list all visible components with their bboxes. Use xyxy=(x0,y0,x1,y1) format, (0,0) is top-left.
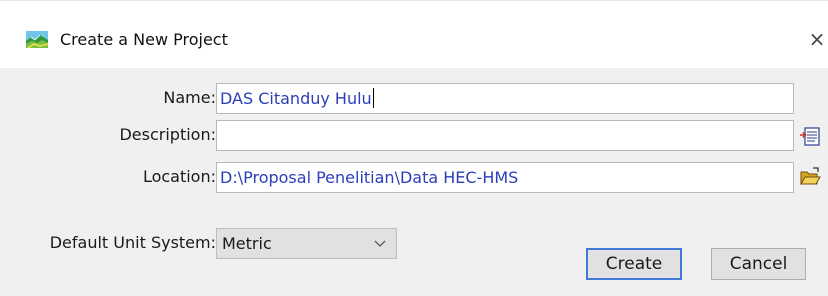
name-field[interactable]: DAS Citanduy Hulu xyxy=(216,83,794,114)
location-label: Location: xyxy=(142,167,216,186)
description-field[interactable] xyxy=(216,120,794,151)
location-field-value: D:\Proposal Penelitian\Data HEC-HMS xyxy=(220,168,519,187)
name-field-value: DAS Citanduy Hulu xyxy=(220,89,372,108)
open-folder-icon[interactable] xyxy=(799,166,821,188)
unit-system-label: Default Unit System: xyxy=(49,233,216,252)
title-bar: Create a New Project × xyxy=(0,0,828,68)
text-editor-icon[interactable] xyxy=(799,125,821,147)
unit-system-value: Metric xyxy=(222,234,272,253)
create-project-dialog: Create a New Project × Name: DAS Citandu… xyxy=(0,0,828,296)
cancel-button[interactable]: Cancel xyxy=(711,248,806,280)
description-label: Description: xyxy=(119,125,216,144)
landscape-icon xyxy=(26,31,48,48)
create-button[interactable]: Create xyxy=(586,248,682,280)
chevron-down-icon xyxy=(374,240,386,247)
window-title: Create a New Project xyxy=(60,30,228,49)
name-label: Name: xyxy=(163,88,216,107)
text-caret xyxy=(372,88,374,108)
location-field[interactable]: D:\Proposal Penelitian\Data HEC-HMS xyxy=(216,162,794,193)
unit-system-select[interactable]: Metric xyxy=(216,228,397,259)
close-icon[interactable]: × xyxy=(806,27,828,51)
